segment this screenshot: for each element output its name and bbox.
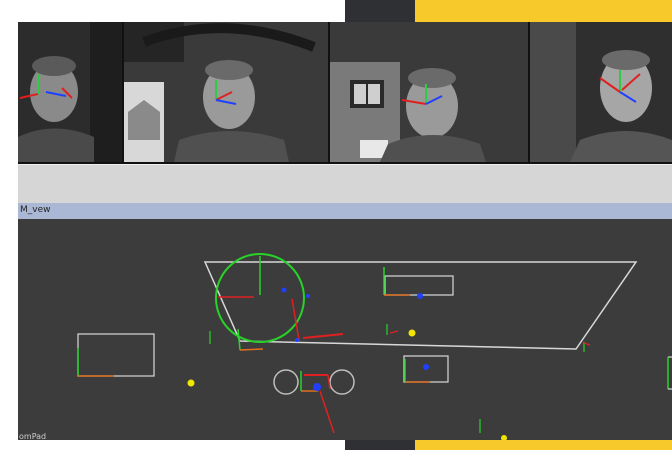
- left-margin: [0, 0, 18, 450]
- accent-bar-top: [415, 0, 672, 22]
- view-title: M_vew: [20, 205, 51, 215]
- face-tracking-frame-1: [18, 22, 122, 162]
- scene-canvas: [18, 219, 672, 440]
- camera-feed-1[interactable]: [18, 22, 122, 162]
- face-tracking-frame-3: [330, 22, 528, 162]
- 3d-scene-view[interactable]: [18, 219, 672, 440]
- toolbar: [18, 164, 672, 204]
- accent-bar-bottom: [415, 440, 672, 450]
- panel-footer-label: omPad: [19, 432, 47, 440]
- face-tracking-frame-4: [530, 22, 672, 162]
- marker-yellow-1: [408, 329, 416, 337]
- application-window: M_vew omPad: [18, 22, 672, 440]
- face-tracking-frame-2: [124, 22, 328, 162]
- ego-position: [313, 383, 321, 391]
- camera-feed-2[interactable]: [124, 22, 328, 162]
- camera-feed-4[interactable]: [530, 22, 672, 162]
- marker-yellow-2: [187, 379, 195, 387]
- camera-feed-3[interactable]: [330, 22, 528, 162]
- view-title-bar: [18, 203, 672, 220]
